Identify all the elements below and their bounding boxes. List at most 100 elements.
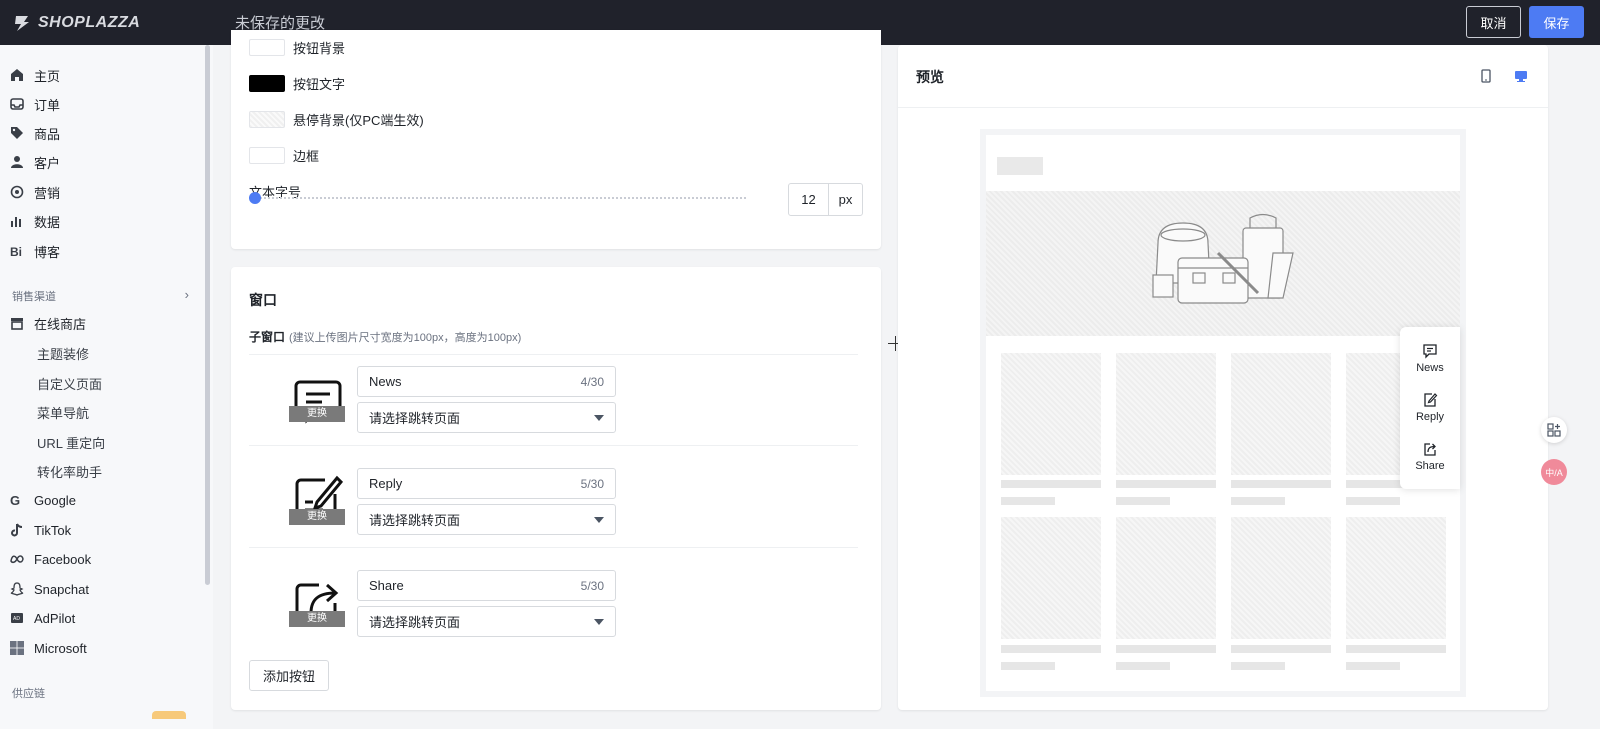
link-select[interactable]: 请选择跳转页面 xyxy=(357,606,616,637)
product-image-placeholder xyxy=(1001,353,1101,475)
link-select-value: 请选择跳转页面 xyxy=(369,513,461,528)
apps-icon[interactable] xyxy=(1541,417,1567,443)
mobile-icon[interactable] xyxy=(1480,69,1492,83)
font-size-slider-track[interactable] xyxy=(253,197,746,200)
add-button[interactable]: 添加按钮 xyxy=(249,660,329,691)
bags-illustration-icon xyxy=(1152,213,1294,304)
svg-text:Bi: Bi xyxy=(10,245,22,258)
sidebar-subitem-custom-pages[interactable]: 自定义页面 xyxy=(37,374,102,393)
swatch-row-button-bg[interactable]: 按钮背景 xyxy=(249,38,345,57)
replace-image-button[interactable]: 更换 xyxy=(289,509,345,525)
sidebar-item-tiktok[interactable]: TikTok xyxy=(10,519,71,541)
product-image-placeholder xyxy=(1231,517,1331,639)
sidebar-subitem-conversion[interactable]: 转化率助手 xyxy=(37,462,102,481)
float-item-news[interactable]: News xyxy=(1400,343,1460,374)
store-icon xyxy=(10,316,24,330)
sidebar-item-adpilot[interactable]: AD AdPilot xyxy=(10,607,75,629)
sidebar-item-label: 营销 xyxy=(34,185,61,201)
font-size-input[interactable]: 12 px xyxy=(788,183,863,216)
entry-name-input[interactable]: Reply 5/30 xyxy=(357,468,616,499)
desktop-icon[interactable] xyxy=(1514,69,1528,83)
product-image-placeholder xyxy=(1001,517,1101,639)
sidebar-scrollbar[interactable] xyxy=(205,45,210,585)
placeholder-line xyxy=(1346,645,1446,653)
preview-title: 预览 xyxy=(916,69,944,85)
sidebar-item-home[interactable]: 主页 xyxy=(10,64,60,86)
svg-text:G: G xyxy=(10,493,20,507)
placeholder-line xyxy=(1116,645,1216,653)
storefront-preview: News Reply Share xyxy=(986,135,1460,691)
bar-chart-icon xyxy=(10,214,24,228)
sidebar-item-facebook[interactable]: Facebook xyxy=(10,548,91,570)
swatch-row-button-text[interactable]: 按钮文字 xyxy=(249,74,345,93)
sub-window-heading: 子窗口 (建议上传图片尺寸宽度为100px，高度为100px) xyxy=(249,328,521,345)
sidebar-item-snapchat[interactable]: Snapchat xyxy=(10,578,89,600)
product-image-placeholder xyxy=(1116,353,1216,475)
sidebar-item-customers[interactable]: 客户 xyxy=(10,151,60,173)
float-item-share[interactable]: Share xyxy=(1400,441,1460,472)
entry-name-value: Reply xyxy=(369,476,403,491)
meta-icon xyxy=(10,552,24,566)
button-style-card: 按钮背景 按钮文字 悬停背景(仅PC端生效) 边框 文本字号 12 px xyxy=(231,30,881,249)
sidebar-item-label: 博客 xyxy=(34,244,61,260)
sidebar-item-microsoft[interactable]: Microsoft xyxy=(10,637,87,659)
sidebar-item-label: Google xyxy=(34,492,76,508)
save-button[interactable]: 保存 xyxy=(1529,6,1584,38)
color-swatch[interactable] xyxy=(249,147,285,164)
swatch-row-hover-bg[interactable]: 悬停背景(仅PC端生效) xyxy=(249,110,424,129)
tiktok-icon xyxy=(10,523,24,537)
caret-down-icon xyxy=(594,516,604,523)
char-count: 4/30 xyxy=(580,374,604,389)
sidebar-item-marketing[interactable]: 营销 xyxy=(10,181,60,203)
link-select[interactable]: 请选择跳转页面 xyxy=(357,402,616,433)
sidebar-item-label: Snapchat xyxy=(34,581,89,597)
window-card: 窗口 子窗口 (建议上传图片尺寸宽度为100px，高度为100px) 更换 New… xyxy=(231,267,881,710)
sidebar-item-online-store[interactable]: 在线商店 xyxy=(10,312,86,334)
entry-name-input[interactable]: Share 5/30 xyxy=(357,570,616,601)
replace-image-button[interactable]: 更换 xyxy=(289,611,345,627)
sidebar-item-orders[interactable]: 订单 xyxy=(10,93,60,115)
sales-channel-heading: 销售渠道 xyxy=(12,291,56,303)
sidebar-subitem-theme[interactable]: 主题装修 xyxy=(37,344,89,363)
divider xyxy=(249,354,858,355)
entry-name-value: Share xyxy=(369,578,404,593)
color-swatch[interactable] xyxy=(249,111,285,128)
cancel-button[interactable]: 取消 xyxy=(1466,6,1521,38)
placeholder-logo xyxy=(997,157,1043,175)
sidebar-item-products[interactable]: 商品 xyxy=(10,122,60,144)
placeholder-line xyxy=(1231,662,1285,670)
shoplazza-logo-icon xyxy=(15,15,29,31)
float-item-reply[interactable]: Reply xyxy=(1400,392,1460,423)
brand-logo[interactable]: SHOPLAZZA xyxy=(0,0,213,45)
char-count: 5/30 xyxy=(580,476,604,491)
placeholder-line xyxy=(1231,480,1331,488)
link-select[interactable]: 请选择跳转页面 xyxy=(357,504,616,535)
swatch-row-border[interactable]: 边框 xyxy=(249,146,319,165)
sidebar-item-google[interactable]: G Google xyxy=(10,489,76,511)
placeholder-line xyxy=(1346,497,1400,505)
color-swatch[interactable] xyxy=(249,75,285,92)
replace-image-button[interactable]: 更换 xyxy=(289,406,345,422)
svg-text:AD: AD xyxy=(13,616,20,622)
sidebar-item-label: 数据 xyxy=(34,214,61,230)
product-image-placeholder xyxy=(1346,517,1446,639)
product-image-placeholder xyxy=(1116,517,1216,639)
language-switch-icon[interactable]: 中/A xyxy=(1541,459,1567,485)
chevron-right-icon[interactable]: › xyxy=(185,287,189,302)
color-swatch[interactable] xyxy=(249,39,285,56)
entry-name-input[interactable]: News 4/30 xyxy=(357,366,616,397)
sidebar-item-analytics[interactable]: 数据 xyxy=(10,210,60,232)
microsoft-icon xyxy=(10,641,24,655)
sidebar-item-label: 订单 xyxy=(34,97,61,113)
sidebar-item-blog[interactable]: Bi 博客 xyxy=(10,240,60,262)
placeholder-line xyxy=(1001,480,1101,488)
float-item-label: Reply xyxy=(1415,411,1445,423)
swatch-label: 按钮文字 xyxy=(293,77,346,92)
sidebar-subitem-menu[interactable]: 菜单导航 xyxy=(37,403,89,422)
font-size-value[interactable]: 12 xyxy=(789,184,829,215)
sidebar-item-label: Facebook xyxy=(34,551,92,567)
font-size-slider-handle[interactable] xyxy=(249,192,261,204)
message-icon xyxy=(1423,344,1437,359)
sidebar-subitem-url-redirect[interactable]: URL 重定向 xyxy=(37,433,105,452)
snapchat-icon xyxy=(10,582,24,596)
